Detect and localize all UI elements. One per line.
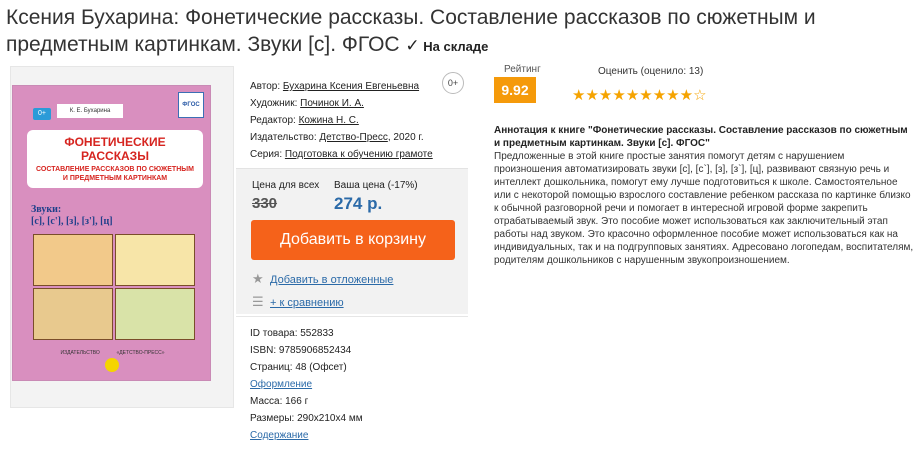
annotation-heading: Аннотация к книге "Фонетические рассказы…: [494, 125, 908, 149]
star-icon[interactable]: ★: [572, 87, 585, 104]
rate-label: Оценить (оценило: 13): [598, 66, 704, 77]
publisher-logo-icon: [105, 358, 119, 372]
check-icon: ✓: [405, 36, 420, 55]
add-to-wishlist-link[interactable]: ★ Добавить в отложенные: [252, 271, 393, 287]
add-to-cart-button[interactable]: Добавить в корзину: [251, 220, 455, 260]
cover-publisher-right: «ДЕТСТВО-ПРЕСС»: [116, 350, 165, 356]
star-outline-icon[interactable]: ☆: [693, 87, 706, 104]
cover-publisher-left: ИЗДАТЕЛЬСТВО: [60, 350, 100, 356]
design-link[interactable]: Оформление: [250, 379, 312, 390]
publisher-label: Издательство:: [250, 132, 317, 143]
cover-sounds-label: Звуки:: [31, 204, 62, 215]
cover-sounds: Звуки: [с], [с'], [з], [з'], [ц]: [31, 204, 113, 228]
rating-stars[interactable]: ★★★★★★★★★☆: [572, 86, 707, 104]
author-link[interactable]: Бухарина Ксения Евгеньевна: [283, 81, 419, 92]
cover-title-main: ФОНЕТИЧЕСКИЕ РАССКАЗЫ: [64, 135, 166, 163]
cover-illustration: [115, 288, 195, 340]
pages: Страниц: 48 (Офсет): [250, 362, 347, 373]
star-icon[interactable]: ★: [653, 87, 666, 104]
cover-illustration: [33, 234, 113, 286]
product-title: Ксения Бухарина: Фонетические рассказы. …: [6, 4, 918, 60]
illustrator-label: Художник:: [250, 98, 298, 109]
your-price-label: Ваша цена (-17%): [334, 180, 418, 191]
cover-title-sub: СОСТАВЛЕНИЕ РАССКАЗОВ ПО СЮЖЕТНЫМ И ПРЕД…: [36, 166, 194, 182]
stock-status: ✓ На складе: [405, 36, 489, 55]
series-link[interactable]: Подготовка к обучению грамоте: [285, 149, 433, 160]
series-row: Серия: Подготовка к обучению грамоте: [250, 146, 468, 163]
cover-sounds-list: [с], [с'], [з], [з'], [ц]: [31, 216, 113, 227]
current-price: 274 р.: [334, 194, 383, 213]
product-id: ID товара: 552833: [250, 328, 334, 339]
book-cover-image[interactable]: 0+ К. Е. Бухарина ФГОС ФОНЕТИЧЕСКИЕ РАСС…: [12, 85, 211, 381]
cover-age-badge: 0+: [33, 108, 51, 120]
wishlist-label: Добавить в отложенные: [270, 274, 394, 286]
star-icon[interactable]: ★: [599, 87, 612, 104]
age-rating-badge: 0+: [442, 72, 464, 94]
weight: Масса: 166 г: [250, 396, 309, 407]
compare-label: + к сравнению: [270, 297, 344, 309]
illustrator-row: Художник: Починок И. А.: [250, 95, 468, 112]
star-icon[interactable]: ★: [639, 87, 652, 104]
rating-score: 9.92: [494, 77, 536, 103]
isbn: ISBN: 9785906852434: [250, 345, 352, 356]
product-details: ID товара: 552833 ISBN: 9785906852434 Ст…: [236, 316, 468, 450]
cover-publisher: ИЗДАТЕЛЬСТВО «ДЕТСТВО-ПРЕСС»: [13, 350, 210, 356]
old-price: 330: [252, 195, 278, 212]
star-icon: ★: [252, 271, 264, 286]
star-icon[interactable]: ★: [666, 87, 679, 104]
cover-illustration: [33, 288, 113, 340]
price-all-label: Цена для всех: [252, 180, 320, 191]
annotation-text: Предложенные в этой книге простые заняти…: [494, 151, 914, 266]
publish-year: , 2020 г.: [387, 132, 424, 143]
annotation: Аннотация к книге "Фонетические рассказы…: [494, 124, 914, 267]
editor-link[interactable]: Кожина Н. С.: [299, 115, 359, 126]
editor-label: Редактор:: [250, 115, 296, 126]
dimensions: Размеры: 290x210x4 мм: [250, 413, 363, 424]
star-icon[interactable]: ★: [680, 87, 693, 104]
publisher-row: Издательство: Детство-Пресс, 2020 г.: [250, 129, 468, 146]
author-label: Автор:: [250, 81, 281, 92]
rating-block: Рейтинг 9.92: [494, 64, 541, 103]
product-info: Автор: Бухарина Ксения Евгеньевна Художн…: [236, 66, 468, 169]
cover-author: К. Е. Бухарина: [57, 104, 123, 118]
star-icon[interactable]: ★: [585, 87, 598, 104]
rating-label: Рейтинг: [504, 64, 541, 75]
list-icon: ☰: [252, 294, 264, 309]
purchase-panel: Цена для всех Ваша цена (-17%) 330 274 р…: [236, 168, 468, 314]
compare-link[interactable]: ☰ + к сравнению: [252, 294, 344, 310]
cover-title-box: ФОНЕТИЧЕСКИЕ РАССКАЗЫ СОСТАВЛЕНИЕ РАССКА…: [27, 130, 203, 188]
cover-fgos-logo: ФГОС: [178, 92, 204, 118]
star-icon[interactable]: ★: [612, 87, 625, 104]
star-icon[interactable]: ★: [626, 87, 639, 104]
stock-label: На складе: [423, 39, 489, 54]
author-row: Автор: Бухарина Ксения Евгеньевна: [250, 78, 468, 95]
contents-link[interactable]: Содержание: [250, 430, 308, 441]
series-label: Серия:: [250, 149, 283, 160]
publisher-link[interactable]: Детство-Пресс: [319, 132, 387, 143]
editor-row: Редактор: Кожина Н. С.: [250, 112, 468, 129]
illustrator-link[interactable]: Починок И. А.: [300, 98, 364, 109]
cover-illustration: [115, 234, 195, 286]
